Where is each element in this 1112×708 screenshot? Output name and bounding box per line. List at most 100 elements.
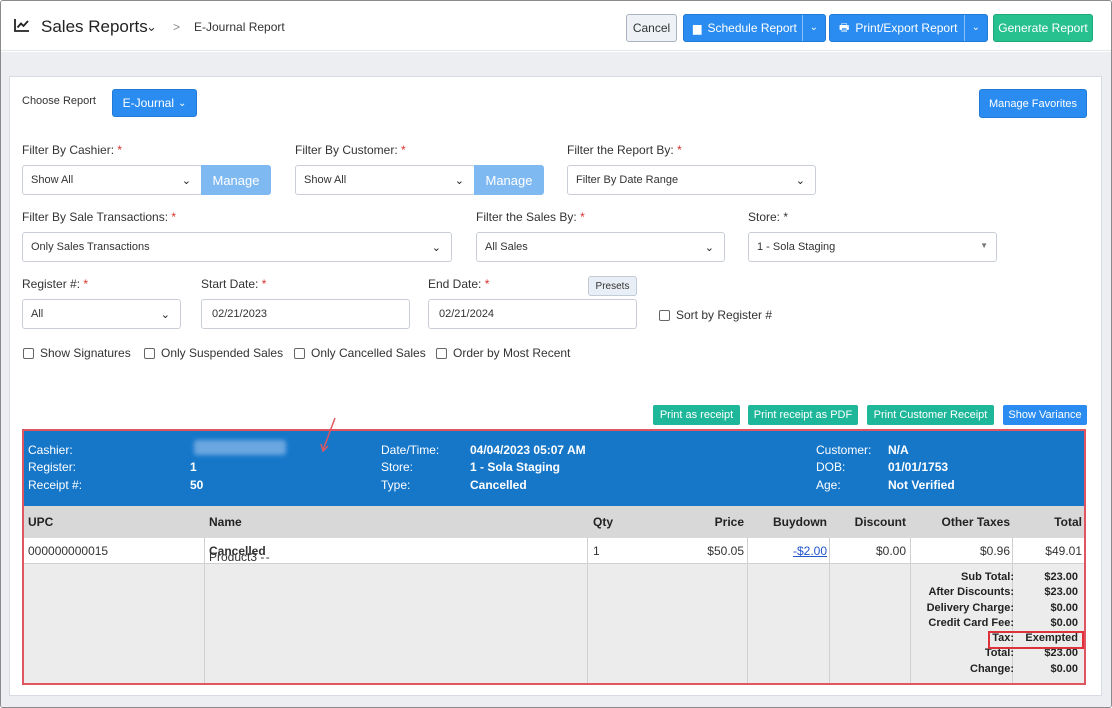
column-header-price: Price — [714, 515, 744, 529]
column-header-discount: Discount — [854, 515, 906, 529]
customer-select[interactable]: Show All ⌄ — [295, 165, 475, 195]
cashier-label: Cashier: — [28, 443, 73, 457]
manage-cashier-button[interactable]: Manage — [201, 165, 271, 195]
store-value: 1 - Sola Staging — [470, 460, 561, 474]
sort-by-register-checkbox[interactable]: Sort by Register # — [659, 308, 772, 322]
customer-select-value: Show All — [304, 174, 347, 186]
breadcrumb: E-Journal Report — [194, 20, 285, 34]
checkbox-box[interactable] — [144, 347, 155, 359]
divider — [964, 15, 965, 41]
table-row: 000000000015 Product3 - Cancelled - 1 $5… — [24, 538, 1084, 564]
print-customer-receipt-button[interactable]: Print Customer Receipt — [867, 405, 994, 425]
register-select[interactable]: All ⌄ — [22, 299, 181, 329]
receipt-number-label: Receipt #: — [28, 478, 83, 492]
schedule-report-label: Schedule Report — [707, 21, 797, 35]
chevron-down-icon: ⌄ — [431, 242, 441, 254]
chevron-down-icon[interactable]: ⌄ — [146, 19, 157, 35]
start-date-input[interactable]: 02/21/2023 — [201, 299, 410, 329]
cashier-select[interactable]: Show All ⌄ — [22, 165, 202, 195]
caret-down-icon: ▼ — [980, 241, 988, 250]
register-value: 1 — [190, 460, 197, 474]
checkbox-box[interactable] — [294, 347, 305, 359]
order-recent-checkbox[interactable]: Order by Most Recent — [436, 346, 570, 360]
end-date-label: End Date: * — [428, 277, 490, 291]
app-window: Sales Reports ⌄ > E-Journal Report Cance… — [0, 0, 1112, 708]
end-date-input[interactable]: 02/21/2024 — [428, 299, 637, 329]
schedule-report-button[interactable]: ▆ Schedule Report ⌄ — [683, 14, 826, 42]
presets-button[interactable]: Presets — [588, 276, 637, 296]
cancel-button[interactable]: Cancel — [626, 14, 677, 42]
filter-report-by-label: Filter the Report By: * — [567, 143, 682, 157]
cell-buydown-link[interactable]: -$2.00 — [793, 544, 827, 558]
page-title[interactable]: Sales Reports — [41, 17, 148, 37]
chevron-down-icon: ⌄ — [177, 97, 187, 109]
cell-price: $50.05 — [707, 544, 744, 558]
total-row-cc-fee: Credit Card Fee: $0.00 — [928, 616, 1078, 629]
dob-label: DOB: — [816, 460, 846, 474]
report-by-select-value: Filter By Date Range — [576, 174, 679, 186]
register-label: Register #: * — [22, 277, 89, 291]
sale-transactions-select[interactable]: Only Sales Transactions ⌄ — [22, 232, 452, 262]
total-row-subtotal: Sub Total: $23.00 — [961, 571, 1078, 583]
store-label: Store: — [381, 460, 414, 474]
only-cancelled-checkbox[interactable]: Only Cancelled Sales — [294, 346, 426, 360]
receipt-card: Cashier: Register: 1 Receipt #: 50 Date/… — [22, 429, 1086, 685]
filter-customer-label: Filter By Customer: * — [295, 143, 406, 157]
show-signatures-checkbox[interactable]: Show Signatures — [23, 346, 131, 360]
type-value: Cancelled — [470, 478, 527, 492]
only-cancelled-label: Only Cancelled Sales — [311, 346, 426, 360]
cell-upc: 000000000015 — [28, 544, 109, 558]
sales-by-select-value: All Sales — [485, 241, 528, 253]
datetime-value: 04/04/2023 05:07 AM — [470, 443, 586, 457]
choose-report-dropdown[interactable]: E-Journal ⌄ — [112, 89, 197, 117]
cell-total: $49.01 — [1045, 544, 1082, 558]
redacted-cashier-name — [194, 440, 286, 455]
annotation-arrow-icon — [320, 417, 336, 453]
chevron-down-icon: ⌄ — [795, 175, 805, 187]
print-export-button[interactable]: 🖶 Print/Export Report ⌄ — [829, 14, 988, 42]
column-header-total: Total — [1054, 515, 1082, 529]
show-signatures-label: Show Signatures — [40, 346, 131, 360]
show-variance-button[interactable]: Show Variance — [1003, 405, 1087, 425]
manage-favorites-button[interactable]: Manage Favorites — [979, 89, 1087, 118]
column-divider — [829, 538, 830, 683]
choose-report-label: Choose Report — [22, 95, 96, 107]
printer-icon: 🖶 — [839, 21, 850, 34]
age-value: Not Verified — [888, 478, 955, 492]
filter-sale-transactions-label: Filter By Sale Transactions: * — [22, 210, 177, 224]
divider — [802, 15, 803, 41]
order-recent-label: Order by Most Recent — [453, 346, 571, 360]
chevron-down-icon: ⌄ — [160, 309, 170, 321]
filter-cashier-label: Filter By Cashier: * — [22, 143, 123, 157]
chevron-down-icon[interactable]: ⌄ — [810, 22, 818, 33]
chevron-down-icon: ⌄ — [181, 175, 191, 187]
chevron-down-icon: ⌄ — [454, 175, 464, 187]
column-divider — [747, 538, 748, 683]
column-header-other-taxes: Other Taxes — [941, 515, 1010, 529]
only-suspended-checkbox[interactable]: Only Suspended Sales — [144, 346, 283, 360]
totals-summary: Sub Total: $23.00 After Discounts: $23.00 … — [878, 571, 1078, 678]
print-export-label: Print/Export Report — [855, 21, 958, 35]
choose-report-value: E-Journal — [122, 96, 174, 110]
total-row-total: Total: $23.00 — [984, 647, 1078, 660]
table-header: UPC Name Qty Price Buydown Discount Othe… — [24, 506, 1084, 538]
sales-by-select[interactable]: All Sales ⌄ — [476, 232, 725, 262]
checkbox-box[interactable] — [436, 347, 447, 359]
generate-report-button[interactable]: Generate Report — [993, 14, 1093, 42]
print-receipt-pdf-button[interactable]: Print receipt as PDF — [748, 405, 858, 425]
cell-other-taxes: $0.96 — [979, 544, 1010, 558]
chevron-down-icon: ⌄ — [704, 242, 714, 254]
manage-customer-button[interactable]: Manage — [474, 165, 544, 195]
store-select[interactable]: 1 - Sola Staging ▼ — [748, 232, 997, 262]
checkbox-box[interactable] — [23, 347, 34, 359]
column-header-qty: Qty — [593, 515, 614, 529]
total-row-change: Change: $0.00 — [970, 662, 1078, 675]
checkbox-box[interactable] — [659, 309, 670, 321]
report-by-select[interactable]: Filter By Date Range ⌄ — [567, 165, 816, 195]
print-as-receipt-button[interactable]: Print as receipt — [653, 405, 740, 425]
dob-value: 01/01/1753 — [888, 460, 949, 474]
chevron-down-icon[interactable]: ⌄ — [972, 22, 980, 33]
only-suspended-label: Only Suspended Sales — [161, 346, 284, 360]
datetime-label: Date/Time: — [381, 443, 440, 457]
customer-label: Customer: — [816, 443, 872, 457]
